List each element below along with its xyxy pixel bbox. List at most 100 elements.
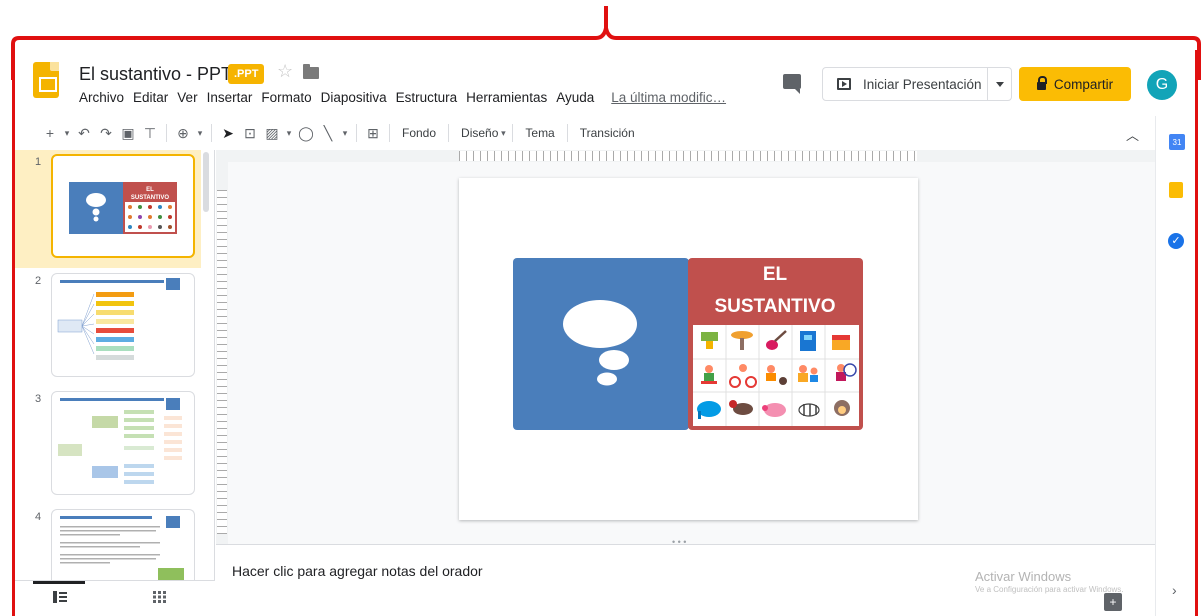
menu-estructura[interactable]: Estructura [396, 90, 458, 105]
background-button[interactable]: Fondo [402, 126, 436, 140]
select-icon[interactable]: ➤ [217, 125, 239, 142]
menu-diapositiva[interactable]: Diapositiva [321, 90, 387, 105]
toolbar-divider [211, 124, 212, 142]
menu-ver[interactable]: Ver [177, 90, 197, 105]
paint-format-icon[interactable]: ⊤ [139, 125, 161, 142]
book-clipart [800, 331, 816, 351]
line-icon[interactable]: ╲ [317, 125, 339, 142]
toolbar-divider [512, 124, 514, 142]
new-slide-dropdown-icon[interactable]: ▾ [61, 128, 73, 139]
share-button[interactable]: Compartir [1019, 67, 1131, 101]
collapse-menus-icon[interactable]: ︿ [1126, 125, 1139, 144]
folder-icon[interactable] [303, 64, 319, 79]
document-title[interactable]: El sustantivo - PPT [79, 64, 232, 85]
ruler-ticks [217, 190, 227, 534]
menu-herramientas[interactable]: Herramientas [466, 90, 547, 105]
slide-graphic: EL SUSTANTIVO [513, 258, 863, 430]
toolbar: + ▾ ↶ ↷ ▣ ⊤ ⊕ ▾ ➤ ⊡ ▨ ▾ ◯ ╲ ▾ ⊞ Fondo Di… [15, 116, 1155, 150]
present-dropdown-icon[interactable] [987, 68, 1011, 100]
zoom-icon[interactable]: ⊕ [172, 125, 194, 142]
slide-number: 2 [35, 275, 42, 287]
zebra-clipart [798, 403, 820, 417]
toolbar-divider [448, 124, 450, 142]
slide-thumbnail-2[interactable]: 2 [15, 269, 201, 387]
active-view-indicator [33, 581, 85, 584]
slide-preview [51, 273, 195, 377]
slide-preview [51, 509, 195, 581]
star-icon[interactable]: ☆ [277, 61, 293, 82]
line-dropdown-icon[interactable]: ▾ [339, 128, 351, 139]
slide-number: 1 [35, 156, 42, 168]
image-dropdown-icon[interactable]: ▾ [283, 128, 295, 139]
slide-thumbnail-4[interactable]: 4 [15, 505, 201, 581]
slides-logo-icon[interactable] [33, 62, 59, 98]
shape-icon[interactable]: ◯ [295, 125, 317, 142]
tasks-icon[interactable]: ✓ [1168, 233, 1184, 249]
slide-number: 3 [35, 393, 42, 405]
lock-icon [1036, 76, 1047, 90]
last-edit-link[interactable]: La última modific… [611, 90, 726, 105]
thumb-2-graphic [57, 278, 180, 360]
grid-view-icon[interactable] [153, 591, 167, 603]
slides-window: El sustantivo - PPT .PPT ☆ Archivo Edita… [12, 50, 1198, 616]
current-slide[interactable]: EL SUSTANTIVO [459, 178, 918, 520]
horizontal-ruler [216, 150, 1155, 162]
file-type-badge: .PPT [228, 64, 265, 84]
present-button[interactable]: Iniciar Presentación [822, 67, 1012, 101]
share-label: Compartir [1053, 76, 1114, 92]
slide-title-line2: SUSTANTIVO [714, 296, 835, 317]
toolbar-divider [566, 124, 568, 142]
slide-canvas-area: EL SUSTANTIVO [216, 150, 1155, 544]
expand-panel-icon[interactable]: › [1172, 582, 1177, 598]
new-slide-icon[interactable]: + [39, 125, 61, 141]
zoom-dropdown-icon[interactable]: ▾ [194, 128, 206, 139]
slide-preview: EL SUSTANTIVO [51, 154, 195, 258]
notes-resize-handle[interactable]: • • • [672, 537, 686, 547]
menu-insertar[interactable]: Insertar [207, 90, 253, 105]
keep-icon[interactable] [1169, 182, 1183, 198]
menu-archivo[interactable]: Archivo [79, 90, 124, 105]
thumb-title-line2: SUSTANTIVO [131, 195, 170, 201]
vertical-ruler [216, 162, 228, 544]
menu-ayuda[interactable]: Ayuda [556, 90, 594, 105]
side-panel: 31 ✓ › [1155, 116, 1195, 616]
menu-bar: Archivo Editar Ver Insertar Formato Diap… [79, 90, 735, 105]
monkey-clipart [834, 400, 850, 416]
filmstrip-view-icon[interactable] [53, 591, 67, 603]
explore-icon[interactable]: + [1104, 593, 1122, 611]
calendar-icon[interactable]: 31 [1169, 134, 1185, 150]
thumb-4-graphic [60, 516, 184, 580]
title-bar: El sustantivo - PPT .PPT ☆ Archivo Edita… [15, 50, 1195, 116]
slide-filmstrip: 1 EL SUSTANTIVO 2 3 4 [15, 150, 215, 616]
toolbar-divider [356, 124, 357, 142]
redo-icon[interactable]: ↷ [95, 125, 117, 142]
toolbar-divider [166, 124, 167, 142]
print-icon[interactable]: ▣ [117, 125, 139, 142]
filmstrip-view-bar [15, 580, 215, 616]
layout-dropdown-icon[interactable]: ▾ [499, 128, 507, 139]
filmstrip-scrollbar[interactable] [203, 152, 209, 212]
present-icon [837, 78, 851, 90]
menu-formato[interactable]: Formato [261, 90, 311, 105]
undo-icon[interactable]: ↶ [73, 125, 95, 142]
slide-thumbnail-3[interactable]: 3 [15, 387, 201, 505]
speaker-notes[interactable]: • • • Hacer clic para agregar notas del … [216, 537, 1155, 616]
layout-button[interactable]: Diseño [461, 126, 498, 140]
slide-number: 4 [35, 511, 42, 523]
screenshot-root: El sustantivo - PPT .PPT ☆ Archivo Edita… [0, 0, 1202, 616]
notes-placeholder[interactable]: Hacer clic para agregar notas del orador [232, 563, 483, 579]
toolbar-divider [389, 124, 390, 142]
comment-add-icon[interactable]: ⊞ [362, 125, 384, 142]
thumb-title-line1: EL [146, 187, 154, 193]
activate-windows-subtitle: Ve a Configuración para activar Windows. [975, 585, 1124, 594]
comments-icon[interactable] [783, 74, 801, 94]
theme-button[interactable]: Tema [525, 126, 554, 140]
thumb-1-graphic: EL SUSTANTIVO [69, 182, 177, 234]
slide-thumbnail-1[interactable]: 1 EL SUSTANTIVO [15, 150, 201, 268]
image-icon[interactable]: ▨ [261, 125, 283, 142]
account-avatar[interactable]: G [1147, 70, 1177, 100]
textbox-icon[interactable]: ⊡ [239, 125, 261, 142]
transition-button[interactable]: Transición [580, 126, 635, 140]
menu-editar[interactable]: Editar [133, 90, 168, 105]
thumb-3-graphic [58, 398, 182, 484]
